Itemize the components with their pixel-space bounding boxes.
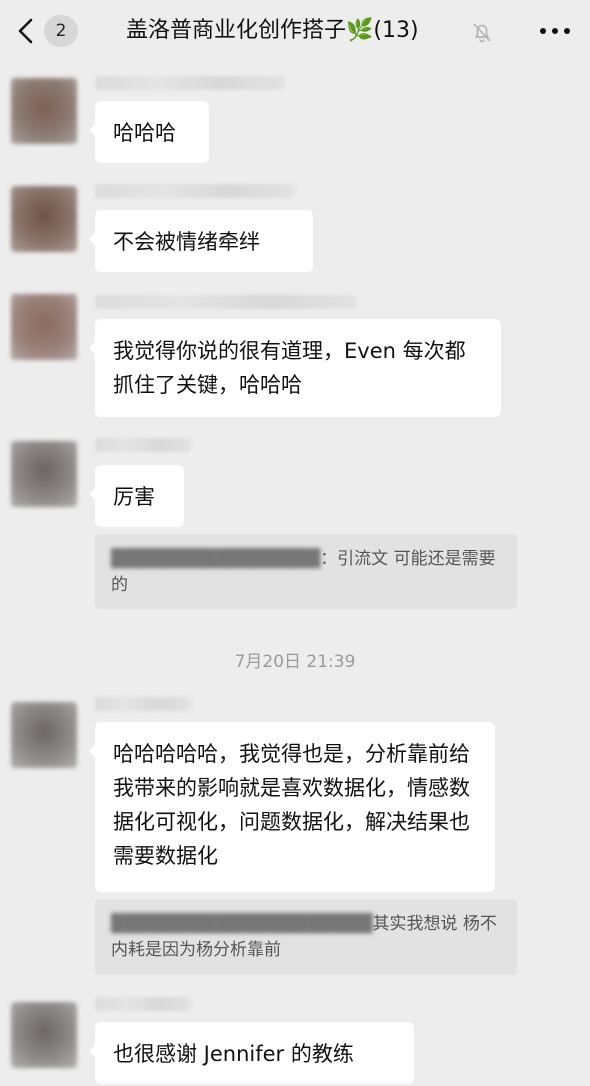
more-dots-icon[interactable]	[538, 25, 572, 37]
message-bubble[interactable]: 哈哈哈哈哈，我觉得也是，分析靠前给我带来的影响就是喜欢数据化，情感数据化可视化，…	[89, 722, 495, 892]
message-bubble[interactable]: 厉害	[89, 465, 184, 527]
quoted-message[interactable]: ████████████████████其实我想说 杨不内耗是因为杨分析靠前	[95, 899, 517, 975]
quoted-sender: ████████████████	[111, 549, 321, 569]
chat-title: 盖洛普商业化创作搭子🌿(13)	[126, 18, 419, 43]
unread-count-badge[interactable]: 2	[44, 15, 78, 47]
message-bubble[interactable]: 也很感谢 Jennifer 的教练	[89, 1022, 414, 1084]
timestamp: 7月20日 21:39	[234, 652, 356, 672]
avatar[interactable]	[11, 441, 77, 507]
message-bubble[interactable]: 我觉得你说的很有道理，Even 每次都抓住了关键，哈哈哈	[89, 319, 501, 417]
sender-name	[95, 438, 191, 452]
sender-name	[95, 184, 295, 198]
sender-name	[95, 76, 285, 90]
chevron-left-icon[interactable]	[14, 16, 38, 46]
avatar[interactable]	[11, 1002, 77, 1068]
avatar[interactable]	[11, 186, 77, 252]
avatar[interactable]	[11, 702, 77, 768]
quoted-sender: ████████████████████	[111, 914, 373, 934]
nav-bar: 2 盖洛普商业化创作搭子🌿(13)	[0, 0, 590, 66]
sender-name	[95, 697, 191, 711]
message-bubble[interactable]: 哈哈哈	[89, 101, 209, 163]
bell-off-icon	[473, 23, 491, 43]
message-bubble[interactable]: 不会被情绪牵绊	[89, 210, 313, 272]
avatar[interactable]	[11, 294, 77, 360]
avatar[interactable]	[11, 78, 77, 144]
sender-name	[95, 997, 191, 1011]
sender-name	[95, 295, 357, 309]
quoted-message[interactable]: ████████████████：引流文 可能还是需要的	[95, 534, 517, 609]
